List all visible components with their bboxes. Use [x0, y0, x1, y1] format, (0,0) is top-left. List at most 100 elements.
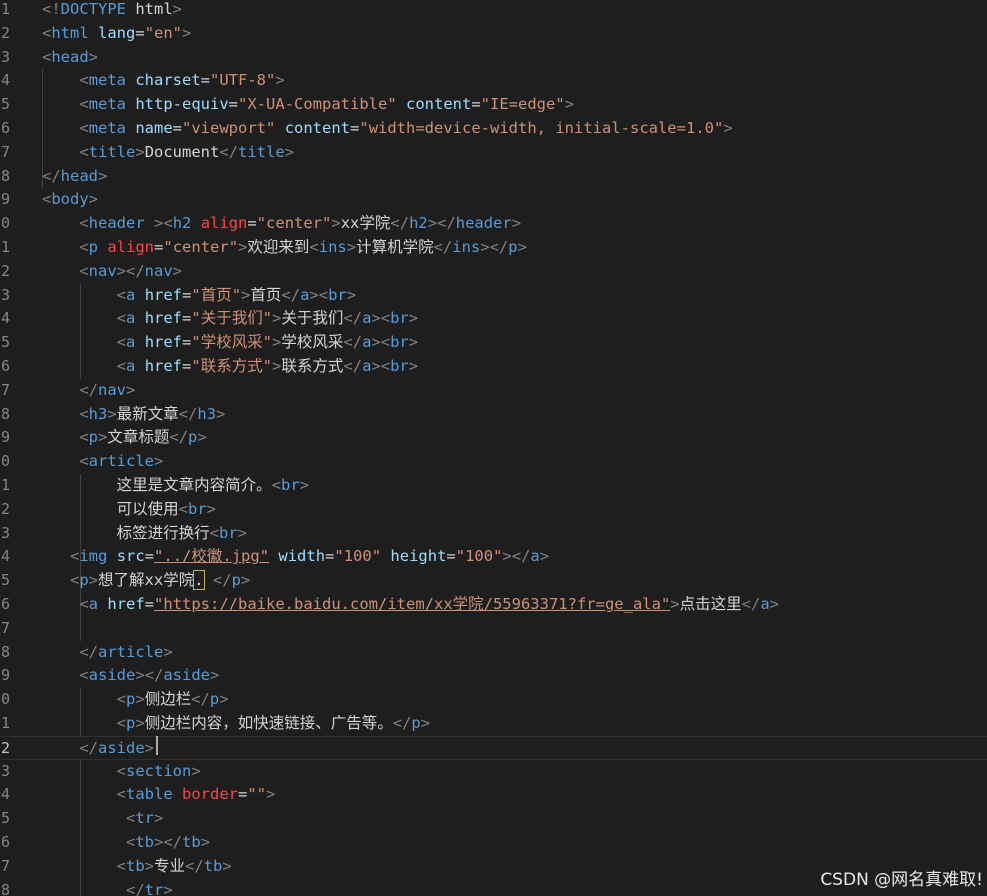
code-line[interactable]: 3 <a href="首页">首页</a><br>	[0, 284, 987, 308]
code-token: ><	[371, 333, 391, 352]
code-line[interactable]: 1 这里是文章内容简介。<br>	[0, 474, 987, 498]
code-token: a	[126, 333, 136, 352]
code-line[interactable]: 7 </nav>	[0, 379, 987, 403]
code-editor[interactable]: 1 <!DOCTYPE html> 2 <html lang="en"> 3 <head>…	[0, 0, 987, 896]
code-token: <	[79, 404, 89, 423]
code-token: "100"	[334, 547, 382, 566]
code-token: </	[79, 738, 98, 757]
watermark: CSDN @网名真难取!	[820, 870, 983, 890]
code-line[interactable]: 1 <p align="center">欢迎来到<ins>计算机学院</ins>…	[0, 236, 987, 260]
code-line[interactable]: 2 可以使用<br>	[0, 498, 987, 522]
code-line[interactable]: 8 <h3>最新文章</h3>	[0, 403, 987, 427]
code-line[interactable]: 5 <tr>	[0, 807, 987, 831]
code-token: <	[271, 476, 281, 494]
code-line[interactable]: 8 </article>	[0, 641, 987, 665]
code-text: <nav></nav>	[42, 260, 182, 284]
code-line[interactable]: 5 <p>想了解xx学院. </p>	[0, 569, 987, 593]
code-line[interactable]: 5 <meta http-equiv="X-UA-Compatible" con…	[0, 93, 987, 117]
code-line[interactable]: 6 <a href="联系方式">联系方式</a><br>	[0, 355, 987, 379]
code-line[interactable]: 0 <header ><h2 align="center">xx学院</h2><…	[0, 212, 987, 236]
code-line[interactable]: 9 <body>	[0, 188, 987, 212]
code-token: xx学院	[340, 214, 391, 233]
line-number: 3	[0, 285, 10, 304]
line-number: 9	[0, 428, 10, 447]
code-token: table	[126, 785, 173, 804]
code-text: <img src="../校徽.jpg" width="100" height=…	[42, 545, 549, 569]
code-line[interactable]: 6 <tb></tb>	[0, 831, 987, 855]
code-token: <	[79, 452, 89, 471]
code-token: h2	[172, 214, 192, 233]
code-line[interactable]: 4 <img src="../校徽.jpg" width="100" heigh…	[0, 545, 987, 569]
code-line[interactable]: 6 <a href="https://baike.baidu.com/item/…	[0, 593, 987, 617]
code-token: </	[433, 238, 453, 256]
code-line[interactable]: 0 <p>侧边栏</p>	[0, 688, 987, 712]
code-token: Document	[144, 142, 220, 161]
code-line-current[interactable]: 2 </aside>	[0, 735, 987, 760]
code-token: 文章标题	[107, 428, 170, 447]
code-token: <	[116, 285, 126, 304]
code-token: "center"	[163, 238, 239, 256]
code-token: DOCTYPE	[60, 0, 136, 18]
line-number: 5	[0, 333, 10, 352]
code-token: aside	[163, 666, 211, 685]
code-token: >	[272, 357, 282, 375]
code-token: content	[406, 95, 472, 114]
code-line[interactable]: 0 <article>	[0, 450, 987, 474]
code-token: <	[79, 595, 89, 613]
line-number: 7	[0, 856, 10, 875]
code-token: </	[191, 690, 210, 709]
code-token: tr	[144, 880, 164, 896]
code-line[interactable]: 3 标签进行换行<br>	[0, 522, 987, 546]
code-token: align	[107, 238, 155, 256]
code-token: >	[564, 95, 575, 114]
line-number: 1	[0, 0, 10, 18]
code-token: ><	[371, 309, 391, 328]
code-line[interactable]: 7	[0, 617, 987, 641]
code-token: "center"	[256, 214, 332, 233]
code-text: <tb>专业</tb>	[42, 855, 232, 879]
code-text: <aside></aside>	[42, 664, 219, 688]
code-line[interactable]: 8 </head>	[0, 165, 987, 189]
code-token: >	[517, 238, 527, 256]
code-line[interactable]: 3 <section>	[0, 760, 987, 784]
code-token: >	[107, 404, 117, 423]
code-token: >	[420, 714, 431, 732]
code-line[interactable]: 2 <nav></nav>	[0, 260, 987, 284]
code-line[interactable]: 4 <meta charset="UTF-8">	[0, 69, 987, 93]
code-line[interactable]: 1 <p>侧边栏内容，如快速链接、广告等。</p>	[0, 712, 987, 736]
code-token: <	[42, 23, 52, 42]
code-line[interactable]: 9 <aside></aside>	[0, 664, 987, 688]
code-line[interactable]: 9 <p>文章标题</p>	[0, 426, 987, 450]
code-line[interactable]: 1 <!DOCTYPE html>	[0, 0, 987, 22]
code-token: ><	[371, 357, 391, 375]
code-line[interactable]: 7 <title>Document</title>	[0, 141, 987, 165]
code-token: p	[126, 690, 136, 709]
code-text: <a href="https://baike.baidu.com/item/xx…	[42, 593, 779, 617]
code-token: <	[79, 214, 89, 233]
code-token: >	[135, 690, 145, 709]
code-line[interactable]: 4 <a href="关于我们">关于我们</a><br>	[0, 307, 987, 331]
code-line[interactable]: 3 <head>	[0, 46, 987, 70]
code-token: meta	[88, 71, 126, 90]
code-token: br	[188, 499, 207, 518]
code-line[interactable]: 6 <meta name="viewport" content="width=d…	[0, 117, 987, 141]
code-token: "IE=edge"	[480, 95, 565, 114]
code-line[interactable]: 4 <table border="">	[0, 783, 987, 807]
code-line[interactable]: 2 <html lang="en">	[0, 22, 987, 46]
code-token: >	[98, 166, 108, 185]
code-token: <	[79, 119, 89, 137]
code-token: >	[135, 714, 145, 732]
code-line[interactable]: 5 <a href="学校风采">学校风采</a><br>	[0, 331, 987, 355]
